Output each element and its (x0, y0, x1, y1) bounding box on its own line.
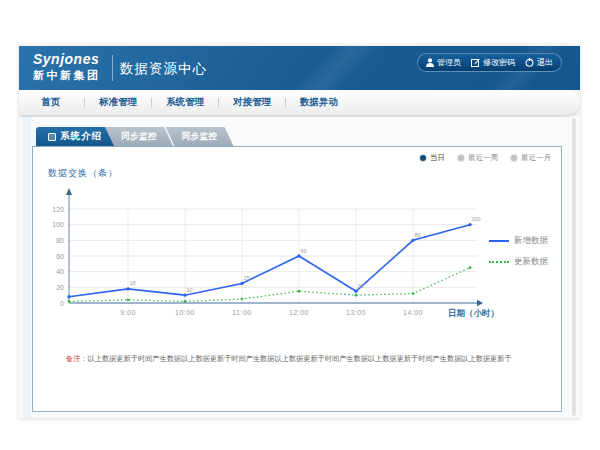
svg-text:25: 25 (244, 275, 250, 281)
line-chart: 0 20 40 60 80 100 120 18 10 25 60 15 80 100 9:00 10:00 1… (33, 185, 563, 335)
edit-icon (471, 58, 480, 67)
logo-text-en: Synjones (33, 51, 101, 67)
svg-text:日期（小时）: 日期（小时） (448, 308, 499, 318)
time-range-radios: 当日 最近一周 最近一月 (420, 153, 551, 163)
logout-label: 退出 (537, 57, 553, 68)
y-axis-label: 数据交换（条） (48, 167, 118, 180)
app-header: Synjones 新中新集团 数据资源中心 管理员 修改密码 退出 (19, 46, 580, 90)
legend-line-sample-green (489, 261, 509, 263)
nav-item-data-change[interactable]: 数据异动 (286, 96, 352, 109)
page: Synjones 新中新集团 数据资源中心 管理员 修改密码 退出 (0, 0, 600, 450)
person-icon (426, 58, 434, 67)
change-password-button[interactable]: 修改密码 (471, 57, 515, 68)
power-icon (525, 58, 534, 67)
tab-system-intro[interactable]: 系统介绍 (36, 127, 114, 146)
change-password-label: 修改密码 (483, 57, 515, 68)
nav-item-standards[interactable]: 标准管理 (85, 96, 151, 109)
svg-text:100: 100 (472, 216, 481, 222)
svg-text:120: 120 (52, 206, 64, 213)
footnote: 备注：以上数据更新于时间产生数据以上数据更新于时间产生数据以上数据更新于时间产生… (66, 354, 512, 364)
nav-item-system[interactable]: 系统管理 (152, 96, 218, 109)
svg-text:10: 10 (187, 287, 193, 293)
header-divider (112, 55, 113, 81)
tab-sync-monitor-2[interactable]: 同步监控 (166, 127, 234, 146)
user-toolbar: 管理员 修改密码 退出 (417, 53, 562, 72)
svg-text:12:00: 12:00 (289, 309, 309, 316)
app-title: 数据资源中心 (120, 60, 207, 78)
scrollbar[interactable] (572, 118, 576, 416)
legend-new-data: 新增数据 (489, 234, 548, 248)
user-menu[interactable]: 管理员 (426, 57, 461, 68)
svg-text:9:00: 9:00 (120, 309, 136, 316)
tab-sync-monitor-1[interactable]: 同步监控 (105, 127, 173, 146)
content-area: 系统介绍 同步监控 同步监控 当日 最近一周 (19, 116, 580, 418)
svg-text:20: 20 (56, 284, 64, 291)
svg-text:10:00: 10:00 (175, 309, 195, 316)
svg-text:11:00: 11:00 (232, 309, 252, 316)
nav-item-integration[interactable]: 对接管理 (219, 96, 285, 109)
app-window: Synjones 新中新集团 数据资源中心 管理员 修改密码 退出 (19, 44, 580, 418)
tab-bar: 系统介绍 同步监控 同步监控 (36, 127, 234, 146)
svg-text:13:00: 13:00 (346, 309, 366, 316)
logo-text-cn: 新中新集团 (33, 68, 101, 83)
content-left-edge (23, 116, 31, 418)
svg-text:18: 18 (130, 280, 136, 286)
radio-last-week[interactable]: 最近一周 (458, 153, 498, 163)
svg-text:40: 40 (56, 268, 64, 275)
radio-today[interactable]: 当日 (420, 153, 445, 163)
svg-text:80: 80 (415, 232, 421, 238)
tab-label: 同步监控 (121, 131, 157, 143)
radio-dot (511, 155, 517, 161)
svg-text:100: 100 (52, 221, 64, 228)
main-nav: 首页 标准管理 系统管理 对接管理 数据异动 (19, 90, 580, 116)
radio-dot (420, 155, 426, 161)
svg-text:60: 60 (301, 248, 307, 254)
chart-legend: 新增数据 更新数据 (489, 234, 548, 276)
document-icon (48, 133, 56, 141)
tab-label: 同步监控 (182, 131, 218, 143)
legend-update-data: 更新数据 (489, 255, 548, 269)
footnote-label: 备注： (66, 354, 88, 363)
logout-button[interactable]: 退出 (525, 57, 553, 68)
legend-line-sample-blue (489, 240, 509, 242)
svg-text:15: 15 (358, 283, 364, 289)
svg-text:0: 0 (60, 300, 64, 307)
radio-dot (458, 155, 464, 161)
footnote-text: 以上数据更新于时间产生数据以上数据更新于时间产生数据以上数据更新于时间产生数据以… (88, 354, 512, 363)
brand-logo: Synjones 新中新集团 (33, 51, 101, 83)
nav-item-home[interactable]: 首页 (27, 96, 84, 109)
svg-text:60: 60 (56, 253, 64, 260)
chart-panel: 当日 最近一周 最近一月 数据交换（条） 0 20 40 60 80 100 120 18 10… (32, 146, 562, 412)
user-name: 管理员 (437, 57, 461, 68)
svg-text:80: 80 (56, 237, 64, 244)
tab-label: 系统介绍 (60, 130, 102, 143)
radio-last-month[interactable]: 最近一月 (511, 153, 551, 163)
svg-text:14:00: 14:00 (403, 309, 423, 316)
